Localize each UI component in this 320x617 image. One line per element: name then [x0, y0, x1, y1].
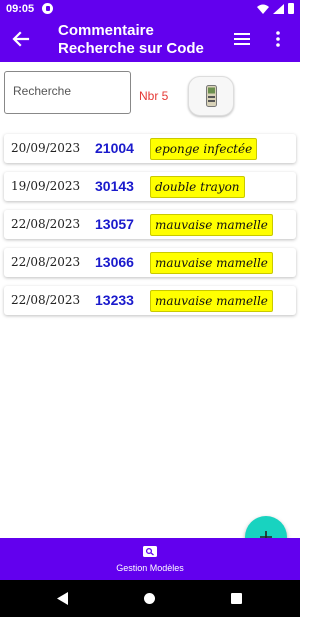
status-bar: 09:05 [0, 0, 300, 18]
list-item[interactable]: 20/09/2023 21004 eponge infectée [4, 134, 296, 163]
count-label: Nbr 5 [139, 89, 169, 103]
list-item[interactable]: 22/08/2023 13057 mauvaise mamelle [4, 210, 296, 239]
menu-icon[interactable] [234, 32, 250, 46]
list-item[interactable]: 19/09/2023 30143 double trayon [4, 172, 296, 201]
item-comment: mauvaise mamelle [150, 214, 273, 236]
item-comment: mauvaise mamelle [150, 290, 273, 312]
barcode-scanner-icon [206, 85, 217, 107]
item-code: 13233 [95, 292, 134, 308]
list-item[interactable]: 22/08/2023 13066 mauvaise mamelle [4, 248, 296, 277]
item-code: 30143 [95, 178, 134, 194]
back-arrow-icon[interactable] [12, 30, 30, 48]
system-nav-bar [0, 580, 300, 617]
search-input[interactable] [13, 84, 123, 98]
app-bar: Commentaire Recherche sur Code [0, 18, 300, 62]
notification-app-icon [42, 3, 53, 14]
page-title: Commentaire Recherche sur Code [58, 22, 204, 58]
list-item[interactable]: 22/08/2023 13233 mauvaise mamelle [4, 286, 296, 315]
item-date: 20/09/2023 [11, 141, 81, 155]
item-comment: eponge infectée [150, 138, 258, 160]
signal-icon [273, 3, 284, 14]
more-vert-icon[interactable] [274, 30, 282, 48]
wifi-icon [257, 4, 269, 14]
page-title-line1: Commentaire [58, 22, 154, 39]
bottom-nav: Gestion Modèles [0, 538, 300, 580]
item-code: 13066 [95, 254, 134, 270]
system-recents-icon[interactable] [231, 593, 242, 604]
search-box-icon [143, 546, 157, 557]
item-date: 22/08/2023 [11, 217, 81, 231]
status-time: 09:05 [6, 3, 35, 15]
page-title-line2: Recherche sur Code [58, 40, 204, 57]
nav-item-label: Gestion Modèles [116, 563, 184, 573]
item-date: 22/08/2023 [11, 293, 81, 307]
nav-item-gestion-modeles[interactable]: Gestion Modèles [100, 538, 200, 580]
search-field[interactable] [4, 71, 131, 114]
item-comment: mauvaise mamelle [150, 252, 273, 274]
item-date: 22/08/2023 [11, 255, 81, 269]
item-comment: double trayon [150, 176, 245, 198]
item-code: 21004 [95, 140, 134, 156]
item-code: 13057 [95, 216, 134, 232]
item-date: 19/09/2023 [11, 179, 81, 193]
battery-icon [288, 3, 294, 14]
system-back-icon[interactable] [57, 592, 68, 605]
status-icons [257, 3, 294, 14]
system-home-icon[interactable] [144, 593, 155, 604]
scan-button[interactable] [188, 76, 234, 116]
screen: 09:05 Commentaire Recherche sur Code Rec… [0, 0, 300, 617]
